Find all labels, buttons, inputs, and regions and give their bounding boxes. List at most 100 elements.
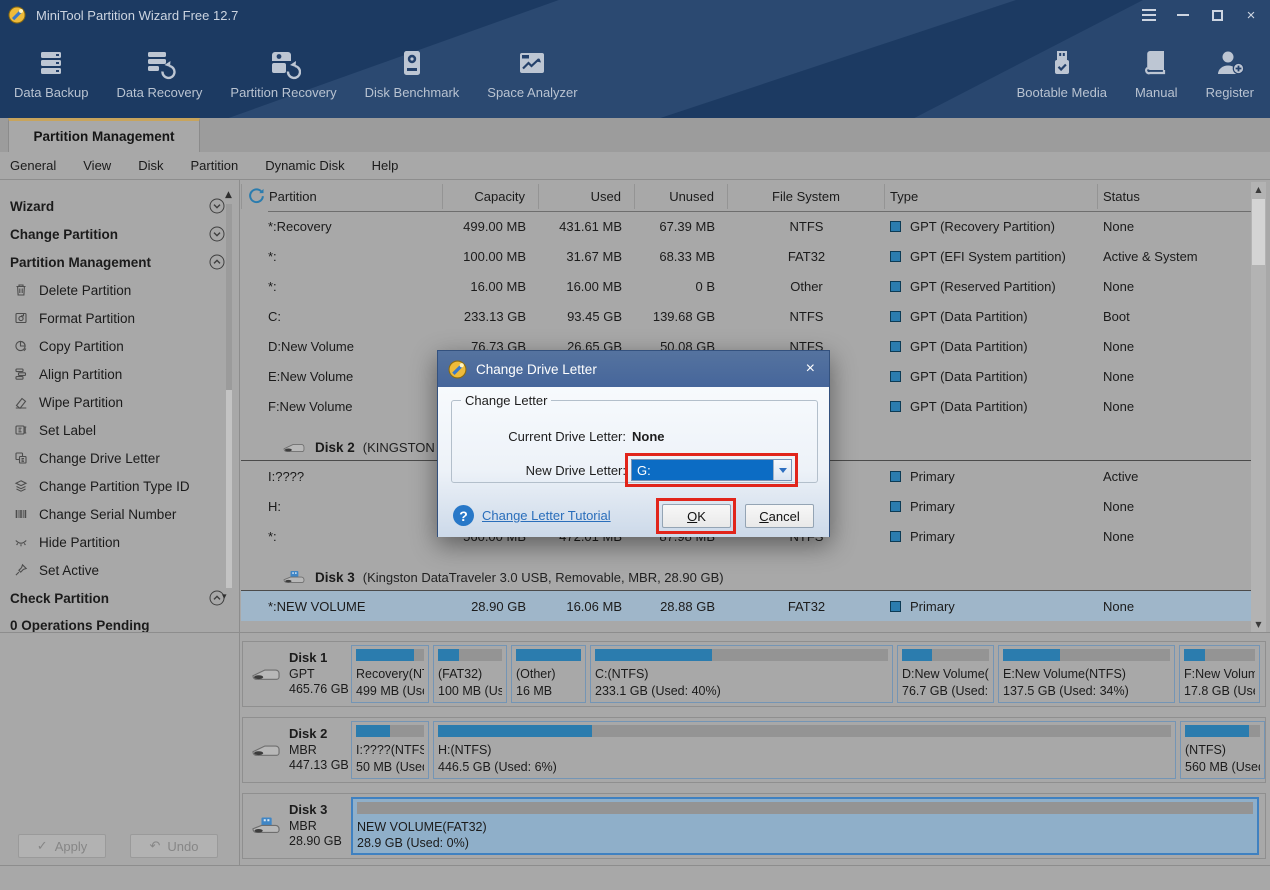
sidebar-scroll-up-icon[interactable]: ▲: [225, 190, 232, 200]
sidebar-item-copy-partition[interactable]: Copy Partition: [0, 332, 239, 360]
help-icon[interactable]: ?: [453, 505, 474, 526]
menu-view[interactable]: View: [83, 158, 111, 173]
toolbar-item-disk-benchmark[interactable]: Disk Benchmark: [355, 44, 470, 102]
sidebar-item-format-partition[interactable]: Format Partition: [0, 304, 239, 332]
sidebar-item-change-drive-letter[interactable]: Change Drive Letter: [0, 444, 239, 472]
column-header-type[interactable]: Type: [885, 184, 1098, 209]
disk-block-d-new-volume[interactable]: D:New Volume(76.7 GB (Used:: [897, 645, 994, 703]
menu-general[interactable]: General: [10, 158, 56, 173]
disk-block-i-ntfs[interactable]: I:????(NTFS)50 MB (Used:: [351, 721, 429, 779]
scroll-up-icon[interactable]: ▲: [1251, 182, 1266, 197]
table-scrollbar[interactable]: ▲ ▼: [1251, 182, 1266, 632]
maximize-icon[interactable]: [1204, 5, 1230, 25]
toolbar-item-label: Data Backup: [14, 85, 88, 100]
partition-type-icon: [890, 501, 901, 512]
cancel-button[interactable]: Cancel: [745, 504, 814, 528]
app-logo-icon: [8, 6, 26, 24]
column-header-file-system[interactable]: File System: [728, 184, 885, 209]
table-scrollbar-thumb[interactable]: [1252, 199, 1265, 265]
partition-row-[interactable]: *:100.00 MB31.67 MB68.33 MBFAT32GPT (EFI…: [241, 241, 1251, 271]
sidebar-item-label: Wipe Partition: [39, 395, 123, 410]
tab-partition-management[interactable]: Partition Management: [8, 118, 200, 152]
toolbar-item-register[interactable]: Register: [1196, 44, 1264, 102]
partition-row-[interactable]: *:16.00 MB16.00 MB0 BOtherGPT (Reserved …: [241, 271, 1251, 301]
partition-row-new-volume[interactable]: *:NEW VOLUME28.90 GB16.06 MB28.88 GBFAT3…: [241, 591, 1251, 621]
disk-block-c-ntfs[interactable]: C:(NTFS)233.1 GB (Used: 40%): [590, 645, 893, 703]
usage-bar: [438, 725, 1171, 737]
disk-name: Disk 2: [315, 440, 355, 455]
ok-button[interactable]: OK: [662, 504, 731, 528]
sidebar-section-change-partition[interactable]: Change Partition: [0, 220, 239, 248]
window-menu-icon[interactable]: [1136, 5, 1162, 25]
disk-map-panel: Disk 1GPT465.76 GBRecovery(NTFS)499 MB (…: [0, 632, 1270, 865]
disk-info-disk-1[interactable]: Disk 1GPT465.76 GB: [243, 642, 351, 706]
sidebar-section-check-partition[interactable]: Check Partition: [0, 584, 239, 612]
partition-row-recovery[interactable]: *:Recovery499.00 MB431.61 MB67.39 MBNTFS…: [241, 211, 1251, 241]
toolbar-item-manual[interactable]: Manual: [1125, 44, 1188, 102]
partition-row-c[interactable]: C:233.13 GB93.45 GB139.68 GBNTFSGPT (Dat…: [241, 301, 1251, 331]
disk-block-e-new-volume-ntfs[interactable]: E:New Volume(NTFS)137.5 GB (Used: 34%): [998, 645, 1175, 703]
hide-icon: [14, 535, 28, 549]
space-analyzer-icon: [515, 46, 549, 80]
sidebar-scrollbar[interactable]: [226, 204, 232, 588]
close-icon[interactable]: ×: [1238, 5, 1264, 25]
sidebar-item-change-serial-number[interactable]: Change Serial Number: [0, 500, 239, 528]
block-label: (FAT32): [438, 666, 502, 683]
menu-dynamic-disk[interactable]: Dynamic Disk: [265, 158, 344, 173]
toolbar-item-bootable-media[interactable]: Bootable Media: [1007, 44, 1117, 102]
disk-block-recovery-ntfs[interactable]: Recovery(NTFS)499 MB (Used:: [351, 645, 429, 703]
disk-block-f-new-volume[interactable]: F:New Volume(17.8 GB (Used:: [1179, 645, 1260, 703]
sidebar-section-partition-management[interactable]: Partition Management: [0, 248, 239, 276]
disk-block-ntfs[interactable]: (NTFS)560 MB (Used:: [1180, 721, 1265, 779]
sidebar-item-delete-partition[interactable]: Delete Partition: [0, 276, 239, 304]
block-info: 17.8 GB (Used:: [1184, 683, 1255, 700]
dialog-close-icon[interactable]: ×: [802, 361, 819, 377]
scroll-down-icon[interactable]: ▼: [1251, 617, 1266, 632]
dialog-title-bar: Change Drive Letter ×: [438, 351, 829, 387]
column-header-partition[interactable]: Partition: [241, 184, 443, 209]
align-icon: [14, 367, 28, 381]
sidebar-item-wipe-partition[interactable]: Wipe Partition: [0, 388, 239, 416]
section-label: Check Partition: [10, 591, 209, 606]
toolbar-item-data-backup[interactable]: Data Backup: [4, 44, 98, 102]
sidebar-item-set-active[interactable]: Set Active: [0, 556, 239, 584]
disk-block-new-volume-fat32[interactable]: NEW VOLUME(FAT32)28.9 GB (Used: 0%): [351, 797, 1259, 855]
menu-disk[interactable]: Disk: [138, 158, 163, 173]
current-drive-letter-label: Current Drive Letter:: [438, 429, 626, 444]
sidebar-item-set-label[interactable]: Set Label: [0, 416, 239, 444]
toolbar-item-data-recovery[interactable]: Data Recovery: [106, 44, 212, 102]
active-icon: [14, 563, 28, 577]
disk-style: GPT: [289, 667, 349, 683]
tutorial-link[interactable]: Change Letter Tutorial: [482, 508, 611, 523]
disk-group-row-disk-3[interactable]: Disk 3(Kingston DataTraveler 3.0 USB, Re…: [241, 551, 1251, 591]
top-banner: MiniTool Partition Wizard Free 12.7 × Da…: [0, 0, 1270, 118]
sidebar-item-align-partition[interactable]: Align Partition: [0, 360, 239, 388]
disk-info-disk-2[interactable]: Disk 2MBR447.13 GB: [243, 718, 351, 782]
column-header-status[interactable]: Status: [1098, 184, 1251, 209]
section-label: Partition Management: [10, 255, 209, 270]
chevron-down-icon[interactable]: [773, 460, 791, 480]
column-header-used[interactable]: Used: [539, 184, 635, 209]
disk-block-other[interactable]: (Other)16 MB: [511, 645, 586, 703]
column-header-unused[interactable]: Unused: [635, 184, 728, 209]
toolbar-item-space-analyzer[interactable]: Space Analyzer: [477, 44, 587, 102]
chevron-up-circle-icon: [209, 254, 225, 270]
disk-block-fat32[interactable]: (FAT32)100 MB (Used:: [433, 645, 507, 703]
minimize-icon[interactable]: [1170, 5, 1196, 25]
column-header-capacity[interactable]: Capacity: [443, 184, 539, 209]
menu-partition[interactable]: Partition: [190, 158, 238, 173]
sidebar-item-hide-partition[interactable]: Hide Partition: [0, 528, 239, 556]
hdd-icon: [281, 440, 307, 455]
main-toolbar: Data Backup Data Recovery Partition Recove…: [0, 34, 1270, 118]
toolbar-item-partition-recovery[interactable]: Partition Recovery: [220, 44, 346, 102]
disk-block-h-ntfs[interactable]: H:(NTFS)446.5 GB (Used: 6%): [433, 721, 1176, 779]
sidebar-item-change-partition-type-id[interactable]: Change Partition Type ID: [0, 472, 239, 500]
sidebar-scrollbar-thumb[interactable]: [226, 390, 232, 588]
usage-bar: [1185, 725, 1260, 737]
new-drive-letter-select[interactable]: G:: [631, 459, 792, 481]
menu-help[interactable]: Help: [372, 158, 399, 173]
disk-info-disk-3[interactable]: Disk 3MBR28.90 GB: [243, 794, 351, 858]
sidebar-section-wizard[interactable]: Wizard: [0, 192, 239, 220]
sidebar-scroll-down-icon[interactable]: ▾: [222, 592, 227, 602]
toolbar-item-label: Data Recovery: [116, 85, 202, 100]
